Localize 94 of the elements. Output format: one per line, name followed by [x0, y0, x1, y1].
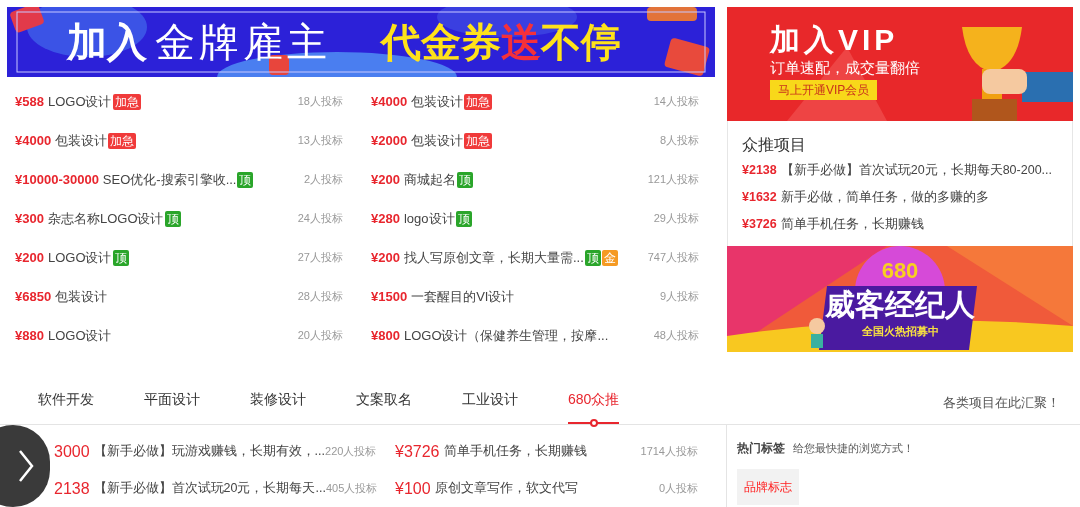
task-badge: 顶 [456, 171, 473, 188]
price: ¥588 [15, 92, 44, 111]
banner-title: 威客经纪人 [825, 290, 975, 320]
price: ¥2138 [742, 162, 777, 180]
banner-title: 金牌雇主 [155, 22, 331, 62]
task-badge: 加急 [464, 132, 493, 149]
banner-slogan: 送 [501, 22, 541, 62]
price: ¥3726 [395, 441, 440, 462]
banner-subtitle: 订单速配，成交量翻倍 [770, 60, 921, 75]
bid-count: 1714人投标 [640, 444, 698, 460]
bid-count: 14人投标 [653, 94, 699, 110]
price: ¥200 [15, 248, 44, 267]
bid-count: 9人投标 [659, 289, 699, 305]
bid-count: 121人投标 [647, 172, 699, 188]
chevron-right-icon [18, 449, 34, 483]
price: ¥280 [371, 209, 400, 228]
banner-title: 加入VIP [770, 25, 900, 55]
price: ¥6850 [15, 287, 52, 306]
banner-number: 680 [881, 260, 919, 282]
banner-slogan: 代金券 [381, 22, 501, 62]
task-title[interactable]: 包装设计 [55, 286, 108, 307]
banner-subtitle: 全国火热招募中 [861, 326, 939, 337]
task-title[interactable]: logo设计 [403, 208, 455, 229]
section-hint: 给您最快捷的浏览方式！ [793, 440, 914, 456]
price: ¥3726 [742, 216, 777, 234]
price: ¥4000 [15, 131, 52, 150]
task-title[interactable]: LOGO设计（保健养生管理，按摩... [403, 325, 609, 346]
price: ¥1632 [742, 189, 777, 207]
task-badge: 加急 [464, 93, 493, 110]
category-tab[interactable]: 680众推 [568, 389, 620, 424]
category-tab[interactable]: 平面设计 [144, 389, 200, 424]
bid-count: 405人投标 [325, 481, 378, 497]
project-title[interactable]: 简单手机任务，长期赚钱 [780, 215, 924, 234]
section-title: 众推项目 [742, 135, 807, 155]
category-tab[interactable]: 装修设计 [250, 389, 306, 424]
bid-count: 13人投标 [297, 133, 343, 149]
task-title[interactable]: LOGO设计 [47, 325, 112, 346]
task-title[interactable]: 包装设计 [411, 91, 464, 112]
task-title[interactable]: 【新手必做】首次试玩20元，长期每天... [93, 479, 326, 498]
price: 3000 [54, 441, 90, 462]
task-title[interactable]: 包装设计 [55, 130, 108, 151]
bid-count: 27人投标 [297, 250, 343, 266]
category-tab[interactable]: 文案取名 [356, 389, 412, 424]
task-badge: 顶 [584, 249, 601, 266]
bid-count: 29人投标 [653, 211, 699, 227]
price: ¥2000 [371, 131, 408, 150]
task-title[interactable]: 杂志名称LOGO设计 [47, 208, 164, 229]
bid-count: 747人投标 [647, 250, 699, 266]
tabs-note: 各类项目在此汇聚！ [943, 393, 1060, 412]
project-title[interactable]: 新手必做，简单任务，做的多赚的多 [780, 188, 989, 207]
bid-count: 2人投标 [303, 172, 343, 188]
task-badge: 顶 [455, 210, 472, 227]
bid-count: 18人投标 [297, 94, 343, 110]
vip-button[interactable]: 马上开通VIP会员 [770, 80, 878, 100]
task-badge: 金 [601, 249, 618, 266]
task-title[interactable]: 找人写原创文章，长期大量需... [403, 247, 584, 268]
task-title[interactable]: LOGO设计 [47, 247, 112, 268]
bid-count: 0人投标 [658, 481, 698, 497]
task-title[interactable]: SEO优化-搜索引擎收... [102, 169, 237, 190]
bid-count: 24人投标 [297, 211, 343, 227]
banner-slogan: 不停 [541, 22, 621, 62]
task-badge: 顶 [164, 210, 181, 227]
task-title[interactable]: 原创文章写作，软文代写 [434, 479, 578, 498]
task-badge: 顶 [112, 249, 129, 266]
task-badge: 加急 [108, 132, 137, 149]
task-title[interactable]: 【新手必做】玩游戏赚钱，长期有效，... [93, 442, 325, 461]
bid-count: 20人投标 [297, 328, 343, 344]
price: ¥800 [371, 326, 400, 345]
task-title[interactable]: 简单手机任务，长期赚钱 [443, 442, 587, 461]
banner-title: 加入 [67, 22, 147, 62]
price: ¥200 [371, 248, 400, 267]
category-tab[interactable]: 软件开发 [38, 389, 94, 424]
tab-indicator-icon [589, 419, 598, 427]
bid-count: 8人投标 [659, 133, 699, 149]
section-title: 热门标签 [737, 440, 785, 457]
price: ¥1500 [371, 287, 408, 306]
bid-count: 220人投标 [325, 444, 377, 460]
price: ¥10000-30000 [15, 170, 99, 189]
price: ¥4000 [371, 92, 408, 111]
bid-count: 48人投标 [653, 328, 699, 344]
price: 2138 [54, 478, 90, 499]
task-title[interactable]: 商城起名 [403, 169, 456, 190]
task-title[interactable]: LOGO设计 [47, 91, 112, 112]
price: ¥100 [395, 478, 431, 499]
price: ¥300 [15, 209, 44, 228]
task-title[interactable]: 包装设计 [411, 130, 464, 151]
price: ¥200 [371, 170, 400, 189]
bid-count: 28人投标 [297, 289, 343, 305]
task-title[interactable]: 一套醒目的VI设计 [411, 286, 515, 307]
price: ¥880 [15, 326, 44, 345]
project-title[interactable]: 【新手必做】首次试玩20元，长期每天80-200... [780, 161, 1052, 180]
category-tab[interactable]: 工业设计 [462, 389, 518, 424]
task-badge: 加急 [112, 93, 141, 110]
task-badge: 顶 [237, 171, 254, 188]
